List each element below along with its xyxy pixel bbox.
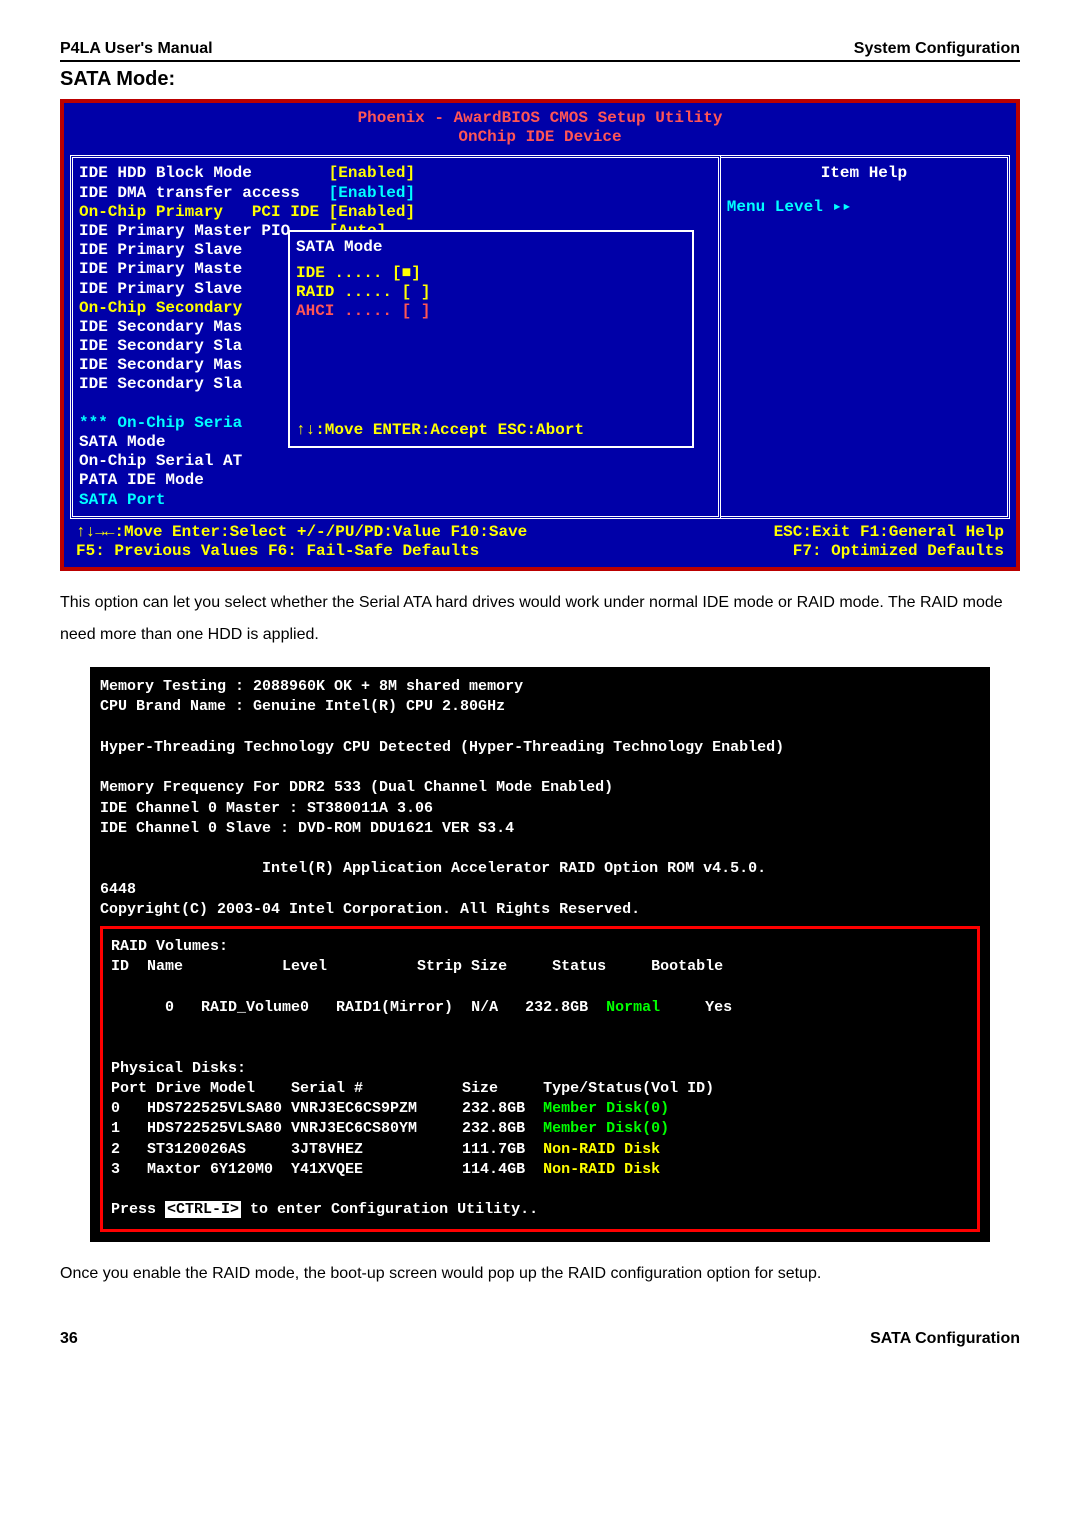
raid-num: 6448 [100, 880, 980, 900]
bios-option[interactable]: PATA IDE Mode [79, 471, 712, 490]
sata-mode-popup[interactable]: SATA Mode IDE ..... [■]RAID ..... [ ]AHC… [288, 230, 694, 448]
bios-screenshot: Phoenix - AwardBIOS CMOS Setup Utility O… [60, 99, 1020, 571]
bios-right-pane: Item Help Menu Level ▸▸ [721, 155, 1010, 518]
footer-label: SATA Configuration [870, 1330, 1020, 1348]
raid-volumes-title: RAID Volumes: [111, 937, 969, 957]
footer-2b: F7: Optimized Defaults [793, 542, 1004, 561]
raid-volumes-row: 0 RAID_Volume0 RAID1(Mirror) N/A 232.8GB… [111, 978, 969, 1039]
item-help-title: Item Help [727, 164, 1001, 183]
cpu-line: CPU Brand Name : Genuine Intel(R) CPU 2.… [100, 697, 980, 717]
phys-disks-title: Physical Disks: [111, 1059, 969, 1079]
phys-disk-row: 2 ST3120026AS 3JT8VHEZ 111.7GB Non-RAID … [111, 1140, 969, 1160]
bios-title-1: Phoenix - AwardBIOS CMOS Setup Utility [358, 109, 723, 127]
phys-disk-row: 3 Maxtor 6Y120M0 Y41XVQEE 114.4GB Non-RA… [111, 1160, 969, 1180]
ht-1: Hyper-Threading Technology CPU Detected … [100, 739, 712, 756]
press-2: to enter Configuration Utility.. [241, 1201, 538, 1218]
bios-footer: ↑↓→←:Move Enter:Select +/-/PU/PD:Value F… [70, 519, 1010, 561]
boot-screenshot: Memory Testing : 2088960K OK + 8M shared… [90, 667, 990, 1242]
header-right: System Configuration [854, 40, 1020, 58]
menu-level: Menu Level ▸▸ [727, 198, 1001, 217]
mem-freq: Memory Frequency For DDR2 533 (Dual Chan… [100, 778, 980, 798]
bios-option[interactable]: IDE DMA transfer access [Enabled] [79, 184, 712, 203]
paragraph-1: This option can let you select whether t… [60, 587, 1020, 651]
phys-disk-row: 0 HDS722525VLSA80 VNRJ3EC6CS9PZM 232.8GB… [111, 1099, 969, 1119]
popup-hint: ↑↓:Move ENTER:Accept ESC:Abort [296, 421, 686, 440]
ch0-master: IDE Channel 0 Master : ST380011A 3.06 [100, 799, 980, 819]
bios-option[interactable]: SATA Port [79, 491, 712, 510]
footer-1a: ↑↓→←:Move Enter:Select +/-/PU/PD:Value F… [76, 523, 527, 542]
raid-info-box: RAID Volumes: ID Name Level Strip Size S… [100, 926, 980, 1232]
ht-3: ) [775, 739, 784, 756]
footer-1b: ESC:Exit F1:General Help [774, 523, 1004, 542]
footer-2a: F5: Previous Values F6: Fail-Safe Defaul… [76, 542, 479, 561]
bios-option[interactable]: IDE HDD Block Mode [Enabled] [79, 164, 712, 183]
ht-enabled: Enabled [712, 739, 775, 756]
phys-disk-row: 1 HDS722525VLSA80 VNRJ3EC6CS80YM 232.8GB… [111, 1119, 969, 1139]
popup-option[interactable]: RAID ..... [ ] [296, 283, 686, 302]
raid-rom: Intel(R) Application Accelerator RAID Op… [100, 859, 980, 879]
mem-line: Memory Testing : 2088960K OK + 8M shared… [100, 677, 980, 697]
header-left: P4LA User's Manual [60, 40, 213, 58]
section-title: SATA Mode: [60, 68, 1020, 91]
ht-line: Hyper-Threading Technology CPU Detected … [100, 738, 980, 758]
bios-left-pane: IDE HDD Block Mode [Enabled]IDE DMA tran… [70, 155, 721, 518]
ch0-slave: IDE Channel 0 Slave : DVD-ROM DDU1621 VE… [100, 819, 980, 839]
phys-disks-head: Port Drive Model Serial # Size Type/Stat… [111, 1079, 969, 1099]
page-number: 36 [60, 1330, 78, 1348]
raid-volumes-head: ID Name Level Strip Size Status Bootable [111, 957, 969, 977]
bios-option[interactable]: On-Chip Primary PCI IDE [Enabled] [79, 203, 712, 222]
press-line: Press <CTRL-I> to enter Configuration Ut… [111, 1200, 969, 1220]
popup-title: SATA Mode [296, 238, 686, 257]
copyright: Copyright(C) 2003-04 Intel Corporation. … [100, 900, 980, 920]
popup-option[interactable]: AHCI ..... [ ] [296, 302, 686, 321]
press-1: Press [111, 1201, 165, 1218]
popup-option[interactable]: IDE ..... [■] [296, 264, 686, 283]
press-key: <CTRL-I> [165, 1201, 241, 1218]
bios-title-2: OnChip IDE Device [458, 128, 621, 146]
paragraph-2: Once you enable the RAID mode, the boot-… [60, 1258, 1020, 1290]
bios-option[interactable]: On-Chip Serial AT [79, 452, 712, 471]
